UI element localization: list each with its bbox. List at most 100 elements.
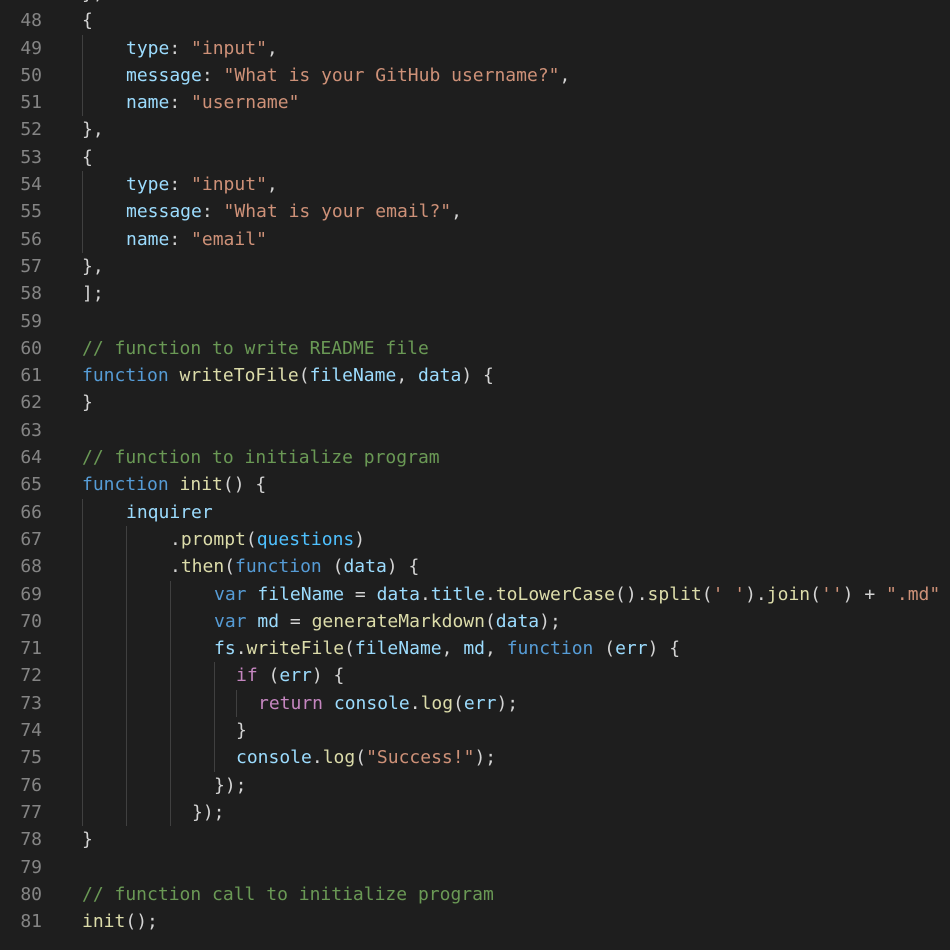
line-code[interactable]: }, — [82, 116, 104, 143]
code-token: err — [463, 692, 497, 714]
code-line[interactable]: 67 .prompt(questions) — [0, 526, 950, 553]
code-line[interactable]: 54 type: "input", — [0, 171, 950, 198]
code-line[interactable]: 50 message: "What is your GitHub username… — [0, 62, 950, 89]
line-code[interactable]: type: "input", — [82, 171, 278, 198]
line-code[interactable]: name: "email" — [82, 226, 267, 253]
indent-guide — [82, 89, 126, 116]
code-line[interactable]: 74} — [0, 717, 950, 744]
code-line[interactable]: 76}); — [0, 772, 950, 799]
code-line[interactable]: 47}, — [0, 0, 950, 7]
indent-guide — [82, 581, 126, 608]
code-line[interactable]: 77}); — [0, 799, 950, 826]
line-code[interactable]: init(); — [82, 908, 158, 935]
line-code[interactable]: message: "What is your email?", — [82, 198, 462, 225]
line-code[interactable]: }, — [82, 253, 104, 280]
line-number: 50 — [20, 64, 42, 86]
line-code[interactable]: }); — [82, 799, 225, 826]
line-code[interactable]: return console.log(err); — [82, 690, 518, 717]
line-number: 75 — [20, 747, 42, 769]
code-line[interactable]: 62} — [0, 389, 950, 416]
code-line[interactable]: 57}, — [0, 253, 950, 280]
line-number: 54 — [20, 174, 42, 196]
line-code[interactable]: inquirer — [82, 499, 213, 526]
line-code[interactable]: // function to write README file — [82, 335, 429, 362]
code-line[interactable]: 51 name: "username" — [0, 89, 950, 116]
indent-guide — [126, 799, 170, 826]
code-line[interactable]: 75 console.log("Success!"); — [0, 744, 950, 771]
code-token: console — [236, 747, 312, 769]
code-line[interactable]: 64 // function to initialize program — [0, 444, 950, 471]
code-line[interactable]: 59 — [0, 308, 950, 335]
indent-guide — [82, 62, 126, 89]
code-line[interactable]: 49 type: "input", — [0, 35, 950, 62]
line-code[interactable]: } — [82, 826, 93, 853]
code-line[interactable]: 68 .then(function (data) { — [0, 553, 950, 580]
code-token: } — [82, 829, 93, 851]
code-token: . — [311, 747, 323, 769]
line-number: 73 — [20, 692, 42, 714]
code-line[interactable]: 52}, — [0, 116, 950, 143]
code-token: function — [82, 474, 180, 496]
line-code[interactable]: .then(function (data) { — [82, 553, 419, 580]
line-code[interactable]: type: "input", — [82, 35, 278, 62]
code-token: }); — [214, 774, 247, 796]
line-code[interactable]: { — [82, 144, 93, 171]
line-code[interactable]: function writeToFile(fileName, data) { — [82, 362, 494, 389]
line-code[interactable]: // function to initialize program — [82, 444, 440, 471]
code-line[interactable]: 61 function writeToFile(fileName, data) { — [0, 362, 950, 389]
code-line[interactable]: 71 fs.writeFile(fileName, md, function (e… — [0, 635, 950, 662]
line-code[interactable]: name: "username" — [82, 89, 299, 116]
line-code[interactable]: fs.writeFile(fileName, md, function (err… — [82, 635, 680, 662]
indent-guide — [82, 690, 126, 717]
indent-guide — [82, 744, 126, 771]
code-token: inquirer — [126, 501, 213, 523]
code-token: { — [82, 10, 93, 32]
code-line[interactable]: 69 var fileName = data.title.toLowerCase(… — [0, 581, 950, 608]
line-code[interactable]: var fileName = data.title.toLowerCase().… — [82, 581, 940, 608]
code-token: (); — [125, 911, 158, 933]
code-line[interactable]: 73 return console.log(err); — [0, 690, 950, 717]
line-number: 52 — [20, 119, 42, 141]
code-line[interactable]: 78} — [0, 826, 950, 853]
code-token: ); — [496, 692, 519, 714]
code-token: ( — [245, 528, 257, 550]
code-line[interactable]: 56 name: "email" — [0, 226, 950, 253]
line-code[interactable]: } — [82, 389, 93, 416]
line-code[interactable]: ]; — [82, 280, 104, 307]
line-code[interactable]: var md = generateMarkdown(data); — [82, 608, 561, 635]
code-line[interactable]: 63 — [0, 417, 950, 444]
line-code[interactable]: } — [82, 717, 247, 744]
line-number: 51 — [20, 92, 42, 114]
line-number: 60 — [20, 337, 42, 359]
code-editor[interactable]: 47}, 48 { 49 type: "input", 50 message: "Wh… — [0, 0, 950, 950]
line-code[interactable]: // function call to initialize program — [82, 881, 494, 908]
code-token: ( — [810, 583, 821, 605]
code-token: function — [82, 365, 180, 387]
line-code[interactable]: .prompt(questions) — [82, 526, 365, 553]
code-line[interactable]: 48 { — [0, 7, 950, 34]
line-code[interactable]: }); — [82, 772, 247, 799]
code-line[interactable]: 65 function init() { — [0, 471, 950, 498]
code-line[interactable]: 58]; — [0, 280, 950, 307]
line-code[interactable]: message: "What is your GitHub username?"… — [82, 62, 570, 89]
code-token: ( — [701, 583, 713, 605]
code-token: } — [82, 392, 93, 414]
code-line[interactable]: 81 init(); — [0, 908, 950, 935]
code-line[interactable]: 70 var md = generateMarkdown(data); — [0, 608, 950, 635]
code-line[interactable]: 53 { — [0, 144, 950, 171]
line-code[interactable]: console.log("Success!"); — [82, 744, 496, 771]
code-line[interactable]: 55 message: "What is your email?", — [0, 198, 950, 225]
code-line[interactable]: 66 inquirer — [0, 499, 950, 526]
line-code[interactable]: }, — [82, 0, 104, 7]
code-line[interactable]: 72 if (err) { — [0, 662, 950, 689]
code-line[interactable]: 80 // function call to initialize program — [0, 881, 950, 908]
code-line[interactable]: 79 — [0, 854, 950, 881]
code-token: type — [126, 174, 170, 196]
code-token: log — [420, 692, 454, 714]
line-code[interactable]: function init() { — [82, 471, 266, 498]
line-code[interactable]: if (err) { — [82, 662, 344, 689]
line-code[interactable]: { — [82, 7, 93, 34]
code-line[interactable]: 60 // function to write README file — [0, 335, 950, 362]
code-token: title — [430, 583, 485, 605]
line-number: 58 — [20, 283, 42, 305]
